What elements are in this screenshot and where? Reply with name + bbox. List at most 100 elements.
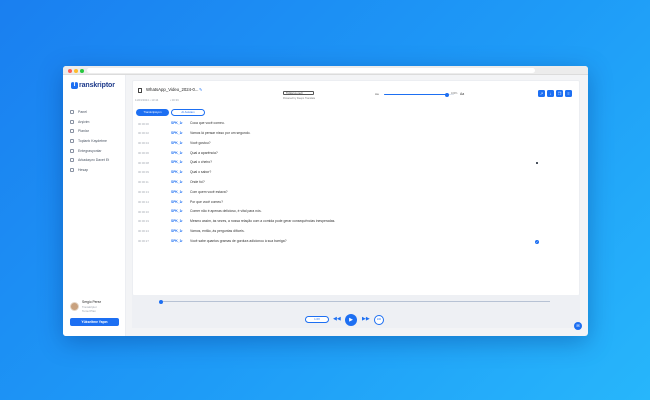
upgrade-button[interactable]: Yükseltme Yapın [70,318,119,326]
transcript-text[interactable]: Vamos, então, às perguntas difíceis. [190,229,245,233]
copy-icon[interactable]: ❐ [556,90,563,97]
timestamp[interactable]: 00:00:09 [138,170,149,174]
timestamp[interactable]: 00:00:24 [138,229,149,233]
transcript-text[interactable]: Onde foi? [190,180,205,184]
sidebar-item-meeting[interactable]: Toplantı Kaydetme [70,136,109,146]
transcript-row[interactable]: 00:00:04 SPK_1 ▾ Você gostou? [138,139,568,149]
timestamp[interactable]: 00:00:08 [138,161,149,165]
transcript-row[interactable]: 00:00:14 SPK_1 ▾ Por que você comeu? [138,197,568,207]
timestamp[interactable]: 00:00:19 [138,219,149,223]
chevron-down-icon[interactable]: ▾ [181,121,183,125]
transcript-row[interactable]: 00:00:16 SPK_1 ▾ Comer não é apenas delicio… [138,207,568,217]
file-date: 11/03/2024 • 13:44 [135,98,159,102]
speaker-label[interactable]: SPK_1 [171,160,181,164]
transcript-text[interactable]: Por que você comeu? [190,200,223,204]
transcript-text[interactable]: Qual a aparência? [190,151,218,155]
speaker-label[interactable]: SPK_1 [171,239,181,243]
timestamp[interactable]: 00:00:02 [138,131,149,135]
speaker-label[interactable]: SPK_1 [171,170,181,174]
transcript-row[interactable]: 00:00:06 SPK_1 ▾ Qual a aparência? [138,148,568,158]
volume-button[interactable]: 100 [374,315,384,325]
subtitle-icon[interactable]: ≡ [565,90,572,97]
transcript-text[interactable]: Você gostou? [190,141,211,145]
timestamp[interactable]: 00:00:06 [138,151,149,155]
rewind-icon[interactable]: ◀◀ [333,317,341,322]
transcript-text[interactable]: Você sabe quantos gramas de gordura adic… [190,239,287,243]
sidebar-item-integrations[interactable]: Entegrasyonlar [70,146,109,156]
chevron-down-icon[interactable]: ▾ [181,200,183,204]
timestamp[interactable]: 00:00:16 [138,210,149,214]
chevron-down-icon[interactable]: ▾ [181,239,183,243]
edit-icon[interactable]: ✎ [199,87,202,92]
transcript-text[interactable]: Coca que você comeu. [190,121,225,125]
play-icon[interactable]: ▶ [345,314,357,326]
logo[interactable]: T ranskriptor [71,82,115,89]
sidebar-item-panel[interactable]: Panel [70,107,109,117]
transcript-row[interactable]: 00:00:02 SPK_1 ▾ Vamos lá pensar nisso por … [138,129,568,139]
chevron-down-icon[interactable]: ▾ [181,160,183,164]
translate-select[interactable]: Türkçe'ye çevir [283,91,314,95]
timestamp[interactable]: 00:00:00 [138,122,149,126]
transcript-row[interactable]: 00:00:27 SPK_1 ▾ Você sabe quantos gramas d… [138,237,568,247]
chevron-down-icon[interactable]: ▾ [181,219,183,223]
chevron-down-icon[interactable]: ▾ [181,190,183,194]
chat-icon[interactable]: ✉ [574,322,582,330]
check-icon[interactable]: ✓ [535,239,539,244]
progress-bar[interactable] [160,301,550,302]
chevron-down-icon[interactable]: ▾ [181,131,183,135]
chevron-down-icon[interactable]: ▾ [181,229,183,233]
meeting-icon [70,138,74,143]
timestamp[interactable]: 00:00:27 [138,239,149,243]
transcript-row[interactable]: 00:00:00 SPK_1 ▾ Coca que você comeu. [138,119,568,129]
timestamp[interactable]: 00:00:11 [138,180,149,184]
transcript-row[interactable]: 00:00:11 SPK_1 ▾ Onde foi? [138,178,568,188]
speaker-label[interactable]: SPK_1 [171,190,181,194]
speaker-label[interactable]: SPK_1 [171,200,181,204]
sidebar-item-plans[interactable]: Planlar [70,126,109,136]
speaker-label[interactable]: SPK_1 [171,151,181,155]
speaker-label[interactable]: SPK_1 [171,209,181,213]
transcript-row[interactable]: 00:00:24 SPK_1 ▾ Vamos, então, às perguntas… [138,227,568,237]
speaker-label[interactable]: SPK_1 [171,131,181,135]
transcript-row[interactable]: 00:00:13 SPK_1 ▾ Com quem você estava? [138,188,568,198]
transcript-text[interactable]: Comer não é apenas delicioso, é vital pa… [190,209,262,213]
transcript-text[interactable]: Mesmo assim, às vezes, a nossa relação c… [190,219,335,223]
transcript-text[interactable]: Vamos lá pensar nisso por um segundo. [190,131,250,135]
tab-transcription[interactable]: Transkripsiyon [136,109,169,116]
speaker-label[interactable]: SPK_1 [171,121,181,125]
transcript-row[interactable]: 00:00:08 SPK_1 ▾ Qual o cheiro? [138,158,568,168]
speaker-label[interactable]: SPK_1 [171,180,181,184]
sidebar-item-archive[interactable]: Arşivim [70,117,109,127]
address-bar[interactable] [87,68,535,73]
timestamp[interactable]: 00:00:14 [138,200,149,204]
download-icon[interactable]: ↓ [547,90,554,97]
font-size-slider[interactable] [384,92,454,97]
transcript-text[interactable]: Qual o sabor? [190,170,211,174]
sidebar-item-invite[interactable]: Arkadaşını Davet Et [70,155,109,165]
transcript-text[interactable]: Com quem você estava? [190,190,228,194]
chevron-down-icon[interactable]: ▾ [181,170,183,174]
timestamp[interactable]: 00:00:13 [138,190,149,194]
close-window-button[interactable] [68,68,72,73]
speaker-label[interactable]: SPK_1 [171,219,181,223]
share-icon[interactable]: ↗ [538,90,545,97]
speed-button[interactable]: 1.0X [305,316,329,323]
tab-ai-assistant[interactable]: AI Asistanı [171,109,205,116]
forward-icon[interactable]: ▶▶ [362,317,370,322]
minimize-window-button[interactable] [74,68,78,73]
user-card[interactable]: Sergio Perez Transkriptor Temel Plan [70,300,101,314]
speaker-label[interactable]: SPK_1 [171,229,181,233]
transcript-row[interactable]: 00:00:09 SPK_1 ▾ Qual o sabor? [138,168,568,178]
slider-thumb[interactable] [445,92,449,97]
progress-thumb[interactable] [159,299,163,304]
transcript-row[interactable]: 00:00:19 SPK_1 ▾ Mesmo assim, às vezes, a n… [138,217,568,227]
speaker-label[interactable]: SPK_1 [171,141,181,145]
chevron-down-icon[interactable]: ▾ [181,141,183,145]
maximize-window-button[interactable] [80,68,84,73]
chevron-down-icon[interactable]: ▾ [181,209,183,213]
chevron-down-icon[interactable]: ▾ [181,151,183,155]
chevron-down-icon[interactable]: ▾ [181,180,183,184]
transcript-text[interactable]: Qual o cheiro? [190,160,212,164]
sidebar-item-account[interactable]: Hesap [70,165,109,175]
timestamp[interactable]: 00:00:04 [138,141,149,145]
